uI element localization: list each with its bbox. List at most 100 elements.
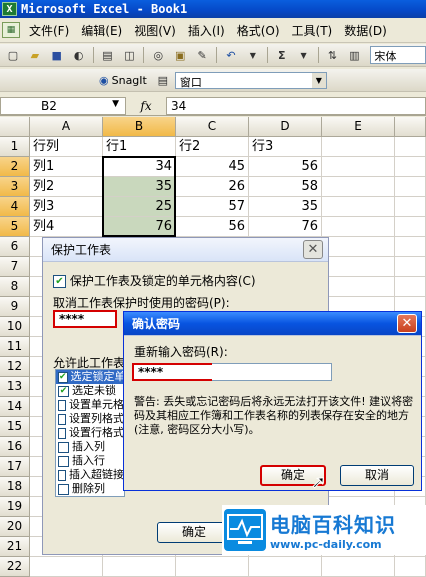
list-item[interactable]: 插入超链接 — [56, 468, 124, 482]
formula-input[interactable]: 34 — [166, 96, 426, 115]
column-header-e[interactable]: E — [322, 117, 395, 137]
row-header[interactable]: 18 — [0, 477, 30, 497]
sheet-cell[interactable] — [395, 157, 426, 177]
checkbox-icon[interactable] — [58, 455, 69, 467]
sheet-cell[interactable]: 56 — [249, 157, 322, 177]
menu-data[interactable]: 数据(D) — [338, 22, 393, 39]
sheet-cell[interactable] — [322, 277, 395, 297]
sheet-cell[interactable] — [395, 197, 426, 217]
list-item[interactable]: ✔ 选定锁定单 — [56, 370, 124, 384]
print-preview-icon[interactable]: ◫ — [119, 46, 139, 64]
undo-icon[interactable]: ↶ — [221, 46, 241, 64]
row-header[interactable]: 16 — [0, 437, 30, 457]
close-icon[interactable]: ✕ — [397, 314, 417, 333]
capture-mode-select[interactable]: 窗口 ▼ — [174, 71, 327, 89]
sheet-cell[interactable] — [395, 257, 426, 277]
list-item[interactable]: 插入列 — [56, 440, 124, 454]
list-item[interactable]: 设置单元格 — [56, 398, 124, 412]
sheet-cell[interactable]: 56 — [176, 217, 249, 237]
menu-tools[interactable]: 工具(T) — [286, 22, 339, 39]
row-header[interactable]: 5 — [0, 217, 30, 237]
fx-icon[interactable]: fx — [126, 99, 166, 113]
capture-settings-icon[interactable]: ▤ — [153, 71, 173, 89]
row-header[interactable]: 14 — [0, 397, 30, 417]
sheet-cell[interactable]: 行2 — [176, 137, 249, 157]
menu-edit[interactable]: 编辑(E) — [75, 22, 128, 39]
sheet-cell[interactable] — [322, 137, 395, 157]
undo-dropdown-icon[interactable]: ▼ — [243, 46, 263, 64]
sheet-cell[interactable]: 26 — [176, 177, 249, 197]
sheet-cell[interactable]: 25 — [103, 197, 176, 217]
sheet-cell[interactable]: 58 — [249, 177, 322, 197]
list-item[interactable]: 设置行格式 — [56, 426, 124, 440]
row-header[interactable]: 12 — [0, 357, 30, 377]
sheet-cell[interactable]: 列3 — [30, 197, 103, 217]
sheet-cell[interactable] — [322, 157, 395, 177]
sheet-cell[interactable] — [395, 177, 426, 197]
row-header[interactable]: 13 — [0, 377, 30, 397]
reenter-input-extension[interactable] — [212, 363, 332, 381]
row-header[interactable]: 1 — [0, 137, 30, 157]
close-icon[interactable]: ✕ — [303, 240, 323, 259]
reenter-password-input[interactable]: **** — [132, 363, 218, 381]
menu-insert[interactable]: 插入(I) — [182, 22, 231, 39]
row-header[interactable]: 6 — [0, 237, 30, 257]
row-header[interactable]: 10 — [0, 317, 30, 337]
sheet-cell[interactable] — [322, 257, 395, 277]
sheet-cell[interactable] — [395, 137, 426, 157]
snagit-button[interactable]: ◉ SnagIt — [95, 74, 151, 87]
column-header-c[interactable]: C — [176, 117, 249, 137]
checkbox-icon[interactable] — [58, 427, 66, 439]
row-header[interactable]: 11 — [0, 337, 30, 357]
chart-icon[interactable]: ▥ — [344, 46, 364, 64]
permission-icon[interactable]: ◐ — [69, 46, 89, 64]
row-header[interactable]: 19 — [0, 497, 30, 517]
row-header[interactable]: 2 — [0, 157, 30, 177]
list-item[interactable]: 删除列 — [56, 482, 124, 496]
sheet-cell[interactable]: 35 — [103, 177, 176, 197]
row-header[interactable]: 7 — [0, 257, 30, 277]
sheet-cell[interactable]: 76 — [103, 217, 176, 237]
sheet-cell[interactable]: 列1 — [30, 157, 103, 177]
sheet-cell[interactable]: 35 — [249, 197, 322, 217]
sheet-cell[interactable]: 行列 — [30, 137, 103, 157]
sheet-cell[interactable] — [395, 277, 426, 297]
check-icon[interactable]: ✔ — [58, 371, 68, 383]
list-item[interactable]: 设置列格式 — [56, 412, 124, 426]
row-header[interactable]: 22 — [0, 557, 30, 577]
sheet-cell[interactable]: 57 — [176, 197, 249, 217]
menu-format[interactable]: 格式(O) — [231, 22, 286, 39]
new-file-icon[interactable]: ▢ — [3, 46, 23, 64]
sheet-cell[interactable] — [322, 197, 395, 217]
sheet-cell[interactable]: 34 — [103, 157, 176, 177]
paste-icon[interactable]: ▣ — [170, 46, 190, 64]
sheet-cell[interactable] — [249, 557, 322, 577]
password-input[interactable]: **** — [53, 310, 117, 328]
checkbox-icon[interactable] — [58, 399, 66, 411]
row-header[interactable]: 8 — [0, 277, 30, 297]
sheet-cell[interactable] — [395, 217, 426, 237]
menu-file[interactable]: 文件(F) — [23, 22, 75, 39]
save-icon[interactable]: ■ — [47, 46, 67, 64]
protect-checkbox-row[interactable]: ✔ 保护工作表及锁定的单元格内容(C) — [53, 272, 256, 289]
row-header[interactable]: 9 — [0, 297, 30, 317]
row-header[interactable]: 3 — [0, 177, 30, 197]
sheet-cell[interactable] — [395, 557, 426, 577]
sheet-cell[interactable] — [176, 557, 249, 577]
autosum-icon[interactable]: Σ — [272, 46, 292, 64]
permissions-list[interactable]: ✔ 选定锁定单 ✔ 选定未锁 设置单元格 设置列格式 设置行格式 插入列 插入行 插… — [55, 369, 125, 497]
select-all-corner[interactable] — [0, 117, 30, 137]
check-icon[interactable]: ✔ — [58, 385, 69, 397]
sheet-cell[interactable]: 列2 — [30, 177, 103, 197]
name-box[interactable]: B2 ▼ — [0, 96, 126, 115]
checkbox-icon[interactable] — [58, 413, 66, 425]
font-name-box[interactable]: 宋体 — [370, 46, 426, 64]
sheet-cell[interactable] — [103, 557, 176, 577]
sheet-cell[interactable] — [322, 557, 395, 577]
protect-ok-button[interactable]: 确定 — [157, 522, 231, 543]
workbook-icon[interactable]: ▦ — [2, 22, 20, 38]
sheet-cell[interactable] — [322, 177, 395, 197]
column-header-d[interactable]: D — [249, 117, 322, 137]
checkbox-icon[interactable] — [58, 483, 69, 495]
menu-view[interactable]: 视图(V) — [128, 22, 182, 39]
